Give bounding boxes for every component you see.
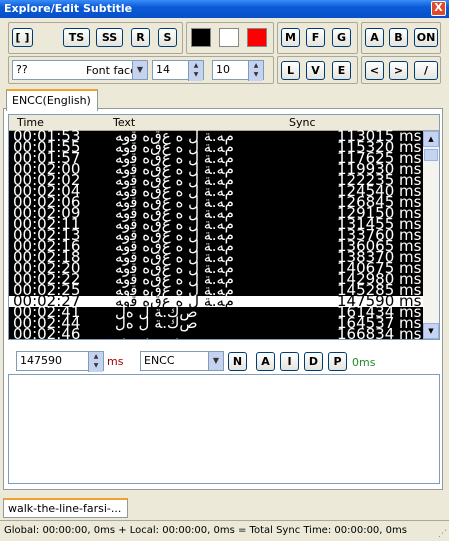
subtitle-text-editor[interactable] xyxy=(8,374,440,484)
window-title: Explore/Edit Subtitle xyxy=(4,2,133,15)
color-black-swatch[interactable] xyxy=(191,28,211,47)
status-bar: Global: 00:00:00, 0ms + Local: 00:00:00,… xyxy=(0,520,449,541)
scroll-up-icon[interactable]: ▲ xyxy=(423,131,439,147)
v-button[interactable]: V xyxy=(306,61,325,80)
time-field[interactable]: 147590 ▲ ▼ xyxy=(16,351,104,372)
subtitle-list[interactable]: Time Text Sync 00:01:53 ﻡﻪ.ﺔ ﻝ ﻩ ﻉﻕﻩ ﻗﻭﻪ 1… xyxy=(8,114,440,340)
chevron-down-icon[interactable]: ▼ xyxy=(208,352,223,370)
scroll-down-icon[interactable]: ▼ xyxy=(423,323,439,339)
n-button[interactable]: N xyxy=(228,352,247,371)
vertical-scrollbar[interactable]: ▲ ▼ xyxy=(423,131,439,339)
s-button[interactable]: S xyxy=(158,28,177,47)
color-red-swatch[interactable] xyxy=(247,28,267,47)
list-rows: 00:01:53 ﻡﻪ.ﺔ ﻝ ﻩ ﻉﻕﻩ ﻗﻭﻪ 113015 ms 00:01:5… xyxy=(9,129,425,339)
spacing-value: 10 xyxy=(216,63,230,76)
d-button[interactable]: D xyxy=(304,352,323,371)
slash-button[interactable]: / xyxy=(414,61,438,80)
spacing-field[interactable]: 10 ▲ ▼ xyxy=(212,60,264,81)
language-value: ENCC xyxy=(144,354,175,367)
language-select[interactable]: ENCC ▼ xyxy=(140,351,224,371)
ts-button[interactable]: TS xyxy=(63,28,90,47)
ms-label: ms xyxy=(107,355,124,368)
chevron-down-icon[interactable]: ▼ xyxy=(132,61,147,79)
title-bar: Explore/Edit Subtitle X xyxy=(0,0,449,18)
next-button[interactable]: > xyxy=(389,61,408,80)
time-value: 147590 xyxy=(20,354,62,367)
charset-field[interactable]: ?? Font face ▼ xyxy=(12,60,148,80)
time-spinner[interactable]: ▲ ▼ xyxy=(88,352,103,372)
g-button[interactable]: G xyxy=(332,28,351,47)
resize-grip-icon[interactable]: ⋰ xyxy=(438,529,447,539)
b-button[interactable]: B xyxy=(389,28,408,47)
e-button[interactable]: E xyxy=(332,61,351,80)
l-button[interactable]: L xyxy=(281,61,300,80)
color-white-swatch[interactable] xyxy=(219,28,239,47)
prev-button[interactable]: < xyxy=(365,61,384,80)
a-button[interactable]: A xyxy=(365,28,384,47)
on-button[interactable]: ON xyxy=(414,28,438,47)
status-text: Global: 00:00:00, 0ms + Local: 00:00:00,… xyxy=(4,525,407,536)
spacing-spinner[interactable]: ▲ ▼ xyxy=(248,61,263,81)
ss-button[interactable]: SS xyxy=(96,28,123,47)
r-button[interactable]: R xyxy=(131,28,150,47)
scroll-thumb[interactable] xyxy=(424,149,438,161)
font-face-label: Font face xyxy=(86,64,137,77)
charset-value: ?? xyxy=(16,63,28,76)
p-button[interactable]: P xyxy=(328,352,347,371)
font-size-spinner[interactable]: ▲ ▼ xyxy=(188,61,203,81)
column-sync[interactable]: Sync xyxy=(289,116,316,129)
cell-text: ﺹﻙ.ﺔ ﻝ ﻩﻝ xyxy=(115,314,198,332)
i-button[interactable]: I xyxy=(280,352,299,371)
font-size-value: 14 xyxy=(156,63,170,76)
tab-file[interactable]: walk-the-line-farsi-... xyxy=(3,498,128,518)
offset-label: 0ms xyxy=(352,356,376,369)
editor-a-button[interactable]: A xyxy=(256,352,275,371)
m-button[interactable]: M xyxy=(281,28,300,47)
tab-encc-english[interactable]: ENCC(English) xyxy=(6,89,98,111)
close-button[interactable]: X xyxy=(431,1,446,16)
brackets-button[interactable]: [ ] xyxy=(12,28,33,47)
font-size-field[interactable]: 14 ▲ ▼ xyxy=(152,60,204,81)
f-button[interactable]: F xyxy=(306,28,325,47)
